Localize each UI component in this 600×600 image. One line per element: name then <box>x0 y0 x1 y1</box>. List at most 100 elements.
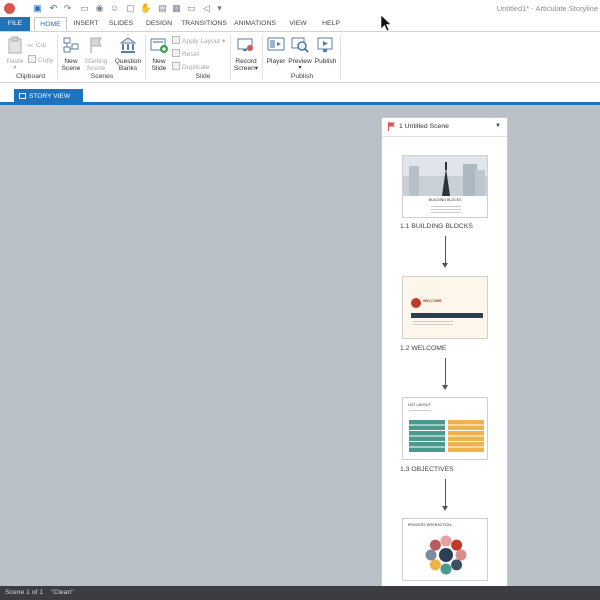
comment-icon[interactable]: ▢ <box>125 3 136 14</box>
view-bar: STORY VIEW <box>0 84 600 105</box>
slide-thumbnail[interactable]: PROCESS INTERACTION <box>402 518 488 581</box>
tab-design[interactable]: DESIGN <box>142 17 176 31</box>
scene-header[interactable]: 1 Untitled Scene ▼ <box>382 118 507 137</box>
clipboard-icon <box>8 36 22 54</box>
slide-thumbnail[interactable]: BUILDING BLOCKS <box>402 155 488 218</box>
connector-line <box>445 358 446 386</box>
apply-layout-button[interactable]: Apply Layout ▾ <box>172 36 225 45</box>
thumb-list-row <box>448 436 484 441</box>
story-canvas[interactable]: 1 Untitled Scene ▼ BUILDING BLOCKS 1.1 B… <box>0 105 600 586</box>
new-slide-label-1: New <box>152 58 166 65</box>
slide-label[interactable]: 1.1 BUILDING BLOCKS <box>400 223 473 230</box>
preview-button[interactable]: Preview ▾ <box>288 36 312 72</box>
mouse-cursor-icon <box>380 14 392 32</box>
audio-icon[interactable]: ◁ <box>201 3 212 14</box>
thumb-process-step <box>429 559 441 571</box>
connector-line <box>445 479 446 507</box>
player-icon <box>267 37 285 51</box>
theme-name: "Clean" <box>51 589 74 596</box>
tab-animations[interactable]: ANIMATIONS <box>232 17 278 31</box>
ribbon-separator <box>340 35 341 80</box>
tab-file[interactable]: FILE <box>0 17 30 31</box>
record-screen-label-1: Record <box>235 58 257 65</box>
thumb-list-row <box>448 425 484 430</box>
tab-insert[interactable]: INSERT <box>70 17 102 31</box>
story-view-tab[interactable]: STORY VIEW <box>14 89 83 105</box>
arrow-down-icon <box>442 385 448 390</box>
monitor-icon[interactable]: ▭ <box>186 3 197 14</box>
tab-slides[interactable]: SLIDES <box>106 17 136 31</box>
new-slide-button[interactable]: New Slide <box>148 36 170 72</box>
thumb-list-row <box>409 425 445 430</box>
cut-button[interactable]: ✂ Cut <box>28 42 46 50</box>
scenes-group-label: Scenes <box>90 73 114 80</box>
ribbon: Paste ▾ ✂ Cut Copy Clipboard New Scene St… <box>0 31 600 83</box>
magnifier-icon <box>291 37 309 53</box>
undo-icon[interactable]: ↶ <box>48 3 59 14</box>
slide-thumb-title: BUILDING BLOCKS <box>429 198 462 202</box>
thumb-process-step <box>455 549 467 561</box>
thumb-list-row <box>409 420 445 425</box>
duplicate-button[interactable]: Duplicate <box>172 62 210 71</box>
scissors-icon: ✂ <box>28 43 34 50</box>
slide-label[interactable]: 1.2 WELCOME <box>400 345 446 352</box>
insert-slide-icon[interactable]: ▭ <box>79 3 90 14</box>
title-bar: ▣ ↶ ↷ ▭ ◉ ☺ ▢ ✋ ▤ ▦ ▭ ◁ ▾ Untitled1* - A… <box>0 0 600 18</box>
copy-button[interactable]: Copy <box>28 55 53 64</box>
slide-thumbnail[interactable]: LIST LAYOUT <box>402 397 488 460</box>
record-screen-button[interactable]: Record Screen▾ <box>232 36 260 72</box>
preview-icon[interactable]: ◉ <box>94 3 105 14</box>
user-icon[interactable]: ☺ <box>109 3 120 14</box>
paste-button[interactable]: Paste ▾ <box>5 36 25 72</box>
clipboard-group-label: Clipboard <box>15 73 46 80</box>
starting-scene-button[interactable]: Starting Scene <box>84 36 108 72</box>
thumb-list-row <box>448 447 484 452</box>
starting-scene-label-2: Scene <box>86 65 106 72</box>
story-view-label: STORY VIEW <box>29 93 71 100</box>
process-interaction-thumbnail-image <box>403 519 487 580</box>
more-icon[interactable]: ▾ <box>214 3 225 14</box>
copy-icon <box>28 55 36 63</box>
tab-help[interactable]: HELP <box>318 17 344 31</box>
tab-transitions[interactable]: TRANSITIONS <box>180 17 228 31</box>
thumb-list-row <box>409 447 445 452</box>
save-icon[interactable]: ▣ <box>32 3 43 14</box>
thumb-list-row <box>448 442 484 447</box>
publish-button[interactable]: Publish <box>313 36 338 65</box>
ribbon-separator <box>262 35 263 80</box>
chevron-down-icon[interactable]: ▼ <box>495 123 501 129</box>
slide-thumbnail[interactable]: WELCOME <box>402 276 488 339</box>
thumb-process-step <box>440 535 452 547</box>
ribbon-separator <box>57 35 58 80</box>
reset-icon <box>172 49 180 57</box>
thumb-process-step <box>451 559 463 571</box>
slide-label[interactable]: 1.3 OBJECTIVES <box>400 466 454 473</box>
reset-label: Reset <box>182 51 200 58</box>
tab-view[interactable]: VIEW <box>284 17 312 31</box>
question-banks-button[interactable]: Question Banks <box>113 36 143 72</box>
publish-icon <box>317 37 332 52</box>
table-icon[interactable]: ▦ <box>171 3 182 14</box>
thumb-list-row <box>409 442 445 447</box>
thumb-text-line <box>431 209 461 210</box>
list-layout-thumbnail-image <box>403 398 487 459</box>
new-scene-button[interactable]: New Scene <box>60 36 82 72</box>
ribbon-separator <box>145 35 146 80</box>
thumb-process-step <box>425 549 437 561</box>
storyline-logo-icon <box>4 3 15 14</box>
player-button[interactable]: Player <box>265 36 287 65</box>
tab-home[interactable]: HOME <box>34 17 67 31</box>
arrow-down-icon <box>442 263 448 268</box>
reset-button[interactable]: Reset <box>172 49 199 58</box>
connector-line <box>445 236 446 264</box>
cut-label: Cut <box>35 42 47 49</box>
redo-icon[interactable]: ↷ <box>62 3 73 14</box>
lock-icon[interactable]: ▤ <box>157 3 168 14</box>
question-banks-label-2: Banks <box>118 65 138 72</box>
player-label: Player <box>266 58 286 65</box>
new-scene-icon <box>63 37 79 53</box>
scene-panel[interactable]: 1 Untitled Scene ▼ BUILDING BLOCKS 1.1 B… <box>381 117 508 586</box>
thumb-list-row <box>448 420 484 425</box>
hand-icon[interactable]: ✋ <box>140 3 151 14</box>
ribbon-tabs: FILE HOME INSERT SLIDES DESIGN TRANSITIO… <box>0 17 600 31</box>
